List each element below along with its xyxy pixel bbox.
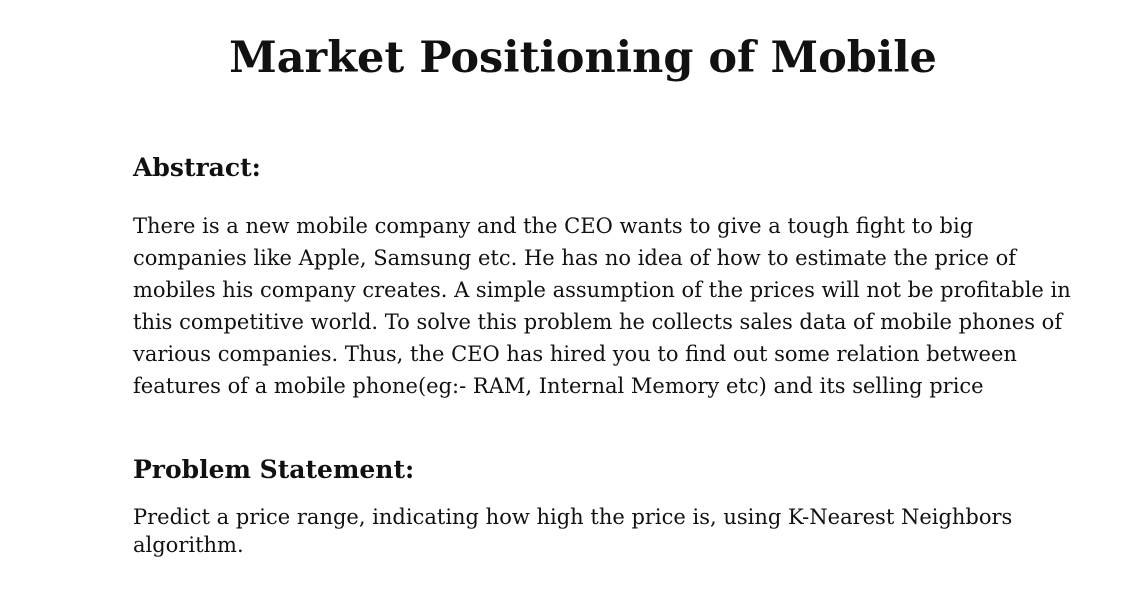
abstract-line: There is a new mobile company and the CE… (133, 214, 974, 238)
abstract-line: features of a mobile phone(eg:- RAM, Int… (133, 374, 984, 398)
abstract-line: companies like Apple, Samsung etc. He ha… (133, 246, 1017, 270)
problem-statement-heading: Problem Statement: (133, 455, 415, 484)
document-page: Market Positioning of Mobile Abstract: T… (0, 0, 1146, 607)
abstract-line: various companies. Thus, the CEO has hir… (133, 342, 1017, 366)
abstract-paragraph: There is a new mobile company and the CE… (133, 210, 1071, 402)
document-title: Market Positioning of Mobile (229, 33, 937, 83)
abstract-heading: Abstract: (133, 153, 261, 182)
abstract-line: mobiles his company creates. A simple as… (133, 278, 1071, 302)
problem-statement-line: algorithm. (133, 533, 244, 557)
abstract-line: this competitive world. To solve this pr… (133, 310, 1063, 334)
problem-statement-line: Predict a price range, indicating how hi… (133, 505, 1013, 529)
problem-statement-paragraph: Predict a price range, indicating how hi… (133, 503, 1033, 559)
